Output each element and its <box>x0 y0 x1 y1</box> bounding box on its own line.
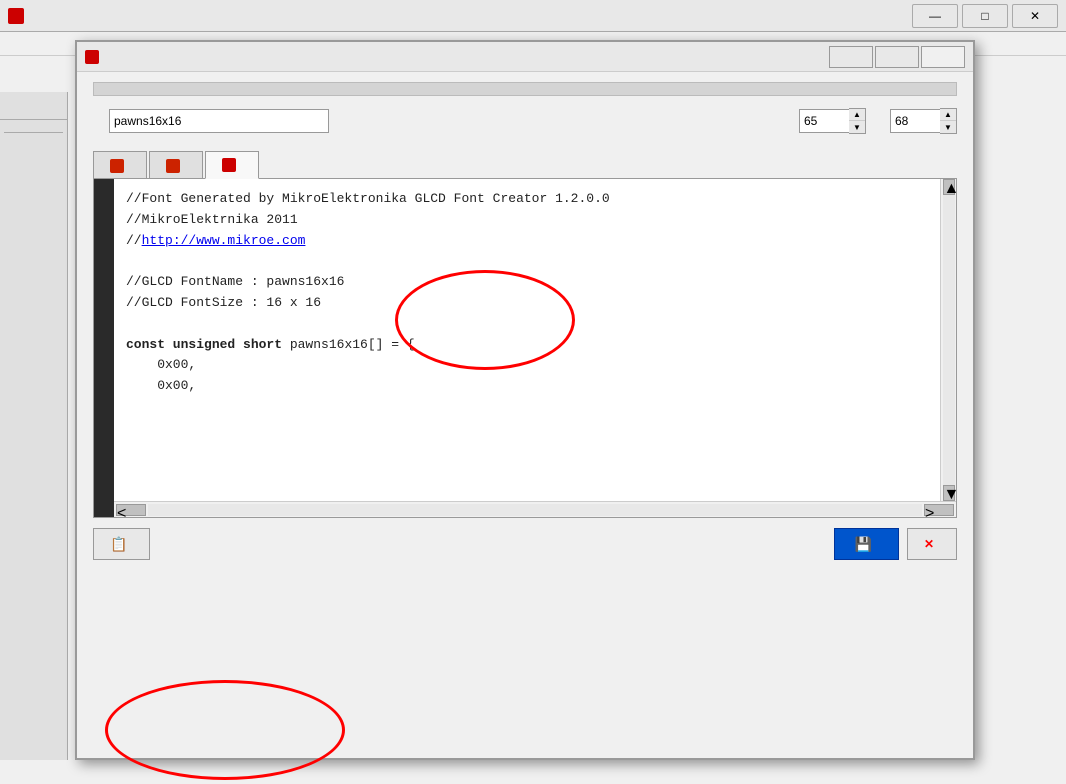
copy-icon: 📋 <box>110 536 127 553</box>
dialog-overlay: ▲ ▼ ▲ ▼ <box>75 40 1055 780</box>
to-char-input[interactable] <box>890 109 940 133</box>
to-char-up-button[interactable]: ▲ <box>940 109 956 121</box>
save-button[interactable]: 💾 <box>834 528 899 560</box>
scroll-right-button[interactable]: > <box>924 504 954 516</box>
code-line-1: //Font Generated by MikroElektronika GLC… <box>126 191 610 393</box>
scroll-vertical-track <box>943 195 955 485</box>
dialog-titlebar <box>77 42 973 72</box>
from-char-down-button[interactable]: ▼ <box>849 121 865 133</box>
code-area-wrapper[interactable]: //Font Generated by MikroElektronika GLC… <box>93 178 957 518</box>
font-sidebar-label <box>0 92 68 120</box>
scroll-track <box>148 504 922 516</box>
tabs-row <box>93 150 957 178</box>
scroll-left-button[interactable]: < <box>116 504 146 516</box>
dialog-titlebar-controls <box>829 46 965 68</box>
tab-mikroc[interactable] <box>205 151 259 179</box>
dialog-minimize-button[interactable] <box>829 46 873 68</box>
to-char-spinner: ▲ ▼ <box>890 108 957 134</box>
from-char-spinner-buttons: ▲ ▼ <box>849 108 866 134</box>
horizontal-scrollbar[interactable]: < > <box>114 501 956 517</box>
dialog-buttons: 📋 💾 ✕ <box>93 518 957 560</box>
close-button[interactable]: ✕ <box>907 528 957 560</box>
code-content: //Font Generated by MikroElektronika GLC… <box>114 179 956 407</box>
save-icon: 💾 <box>855 536 872 553</box>
from-char-input[interactable] <box>799 109 849 133</box>
app-titlebar-controls: — □ ✕ <box>912 4 1058 28</box>
char-sidebar <box>0 120 68 760</box>
from-char-up-button[interactable]: ▲ <box>849 109 865 121</box>
char-sidebar-header <box>4 124 63 133</box>
vertical-scrollbar[interactable]: ▲ ▼ <box>940 179 956 501</box>
char-range-group: ▲ ▼ ▲ ▼ <box>793 108 957 134</box>
from-char-spinner: ▲ ▼ <box>799 108 866 134</box>
to-char-spinner-buttons: ▲ ▼ <box>940 108 957 134</box>
mikropascal-icon <box>166 159 180 173</box>
app-close-button[interactable]: ✕ <box>1012 4 1058 28</box>
tab-mikropascal[interactable] <box>149 151 203 179</box>
scroll-down-button[interactable]: ▼ <box>943 485 955 501</box>
export-dialog: ▲ ▼ ▲ ▼ <box>75 40 975 760</box>
dialog-close-button[interactable] <box>921 46 965 68</box>
app-icon <box>8 8 24 24</box>
mikroc-icon <box>222 158 236 172</box>
tab-mikrobasic[interactable] <box>93 151 147 179</box>
dialog-maximize-button[interactable] <box>875 46 919 68</box>
dialog-icon <box>85 50 99 64</box>
dialog-content: ▲ ▼ ▲ ▼ <box>77 72 973 570</box>
close-icon: ✕ <box>924 537 934 551</box>
to-char-down-button[interactable]: ▼ <box>940 121 956 133</box>
app-minimize-button[interactable]: — <box>912 4 958 28</box>
app-maximize-button[interactable]: □ <box>962 4 1008 28</box>
app-titlebar: — □ ✕ <box>0 0 1066 32</box>
font-name-input[interactable] <box>109 109 329 133</box>
scroll-up-button[interactable]: ▲ <box>943 179 955 195</box>
menu-file[interactable] <box>4 42 20 46</box>
font-row: ▲ ▼ ▲ ▼ <box>93 108 957 134</box>
mikrobasic-icon <box>110 159 124 173</box>
copy-code-button[interactable]: 📋 <box>93 528 150 560</box>
code-left-bar <box>94 179 114 517</box>
note-bar <box>93 82 957 96</box>
